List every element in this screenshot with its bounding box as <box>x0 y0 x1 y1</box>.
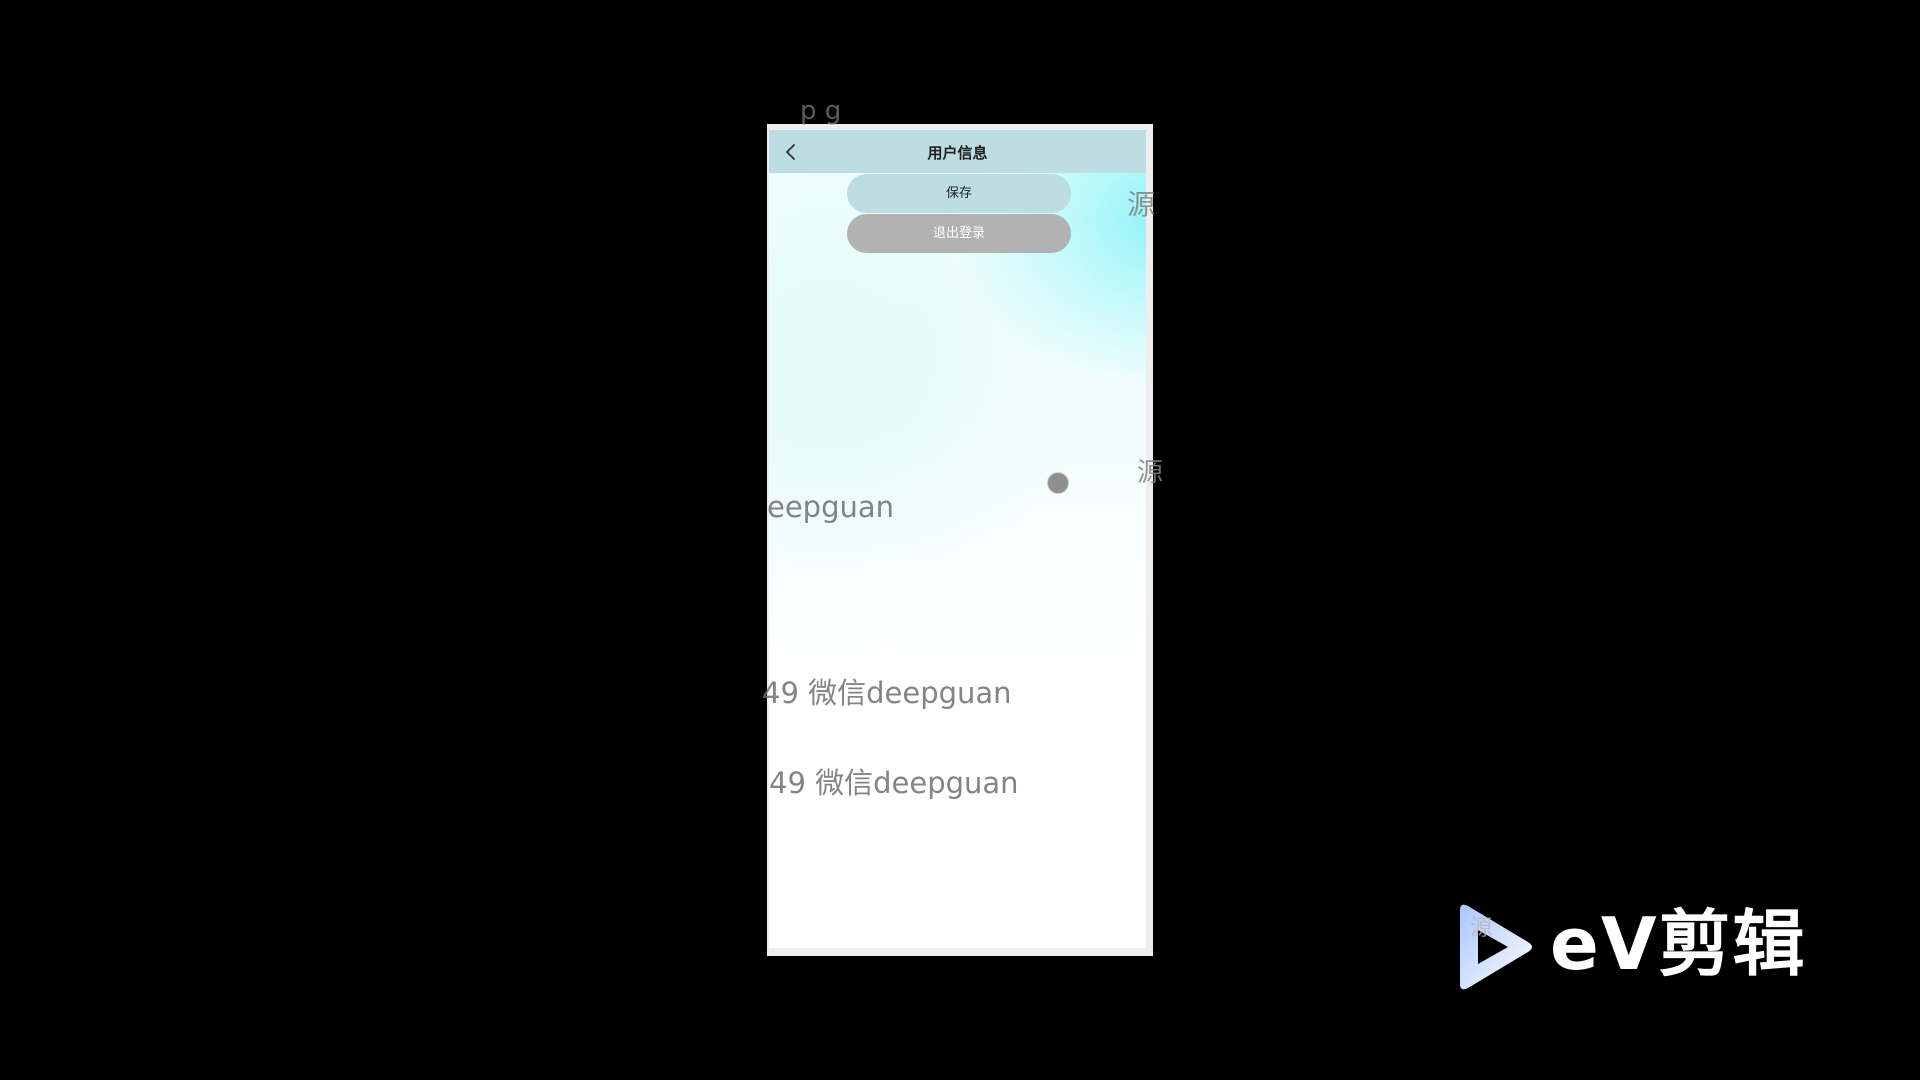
ev-logo: eV剪辑 <box>1450 900 1820 1000</box>
watermark-text: eepguan <box>767 490 895 524</box>
watermark-text: p g <box>800 96 842 126</box>
phone-frame: 用户信息 保存 退出登录 <box>767 124 1153 956</box>
logo-text: eV剪辑 <box>1550 902 1807 986</box>
watermark-text: 源 <box>1470 916 1493 941</box>
watermark-text: 源 <box>1137 458 1164 488</box>
play-icon <box>1460 904 1532 990</box>
watermark-text: 49 微信deepguan <box>769 766 1019 800</box>
logout-button[interactable]: 退出登录 <box>847 214 1071 253</box>
header-bar: 用户信息 <box>769 130 1146 173</box>
touch-indicator <box>1047 472 1069 494</box>
watermark-text: 源 <box>1127 188 1156 221</box>
app-screen: 用户信息 保存 退出登录 <box>769 130 1146 948</box>
watermark-text: 49 微信deepguan <box>762 676 1012 710</box>
page-title: 用户信息 <box>927 144 988 162</box>
save-button[interactable]: 保存 <box>847 174 1071 213</box>
